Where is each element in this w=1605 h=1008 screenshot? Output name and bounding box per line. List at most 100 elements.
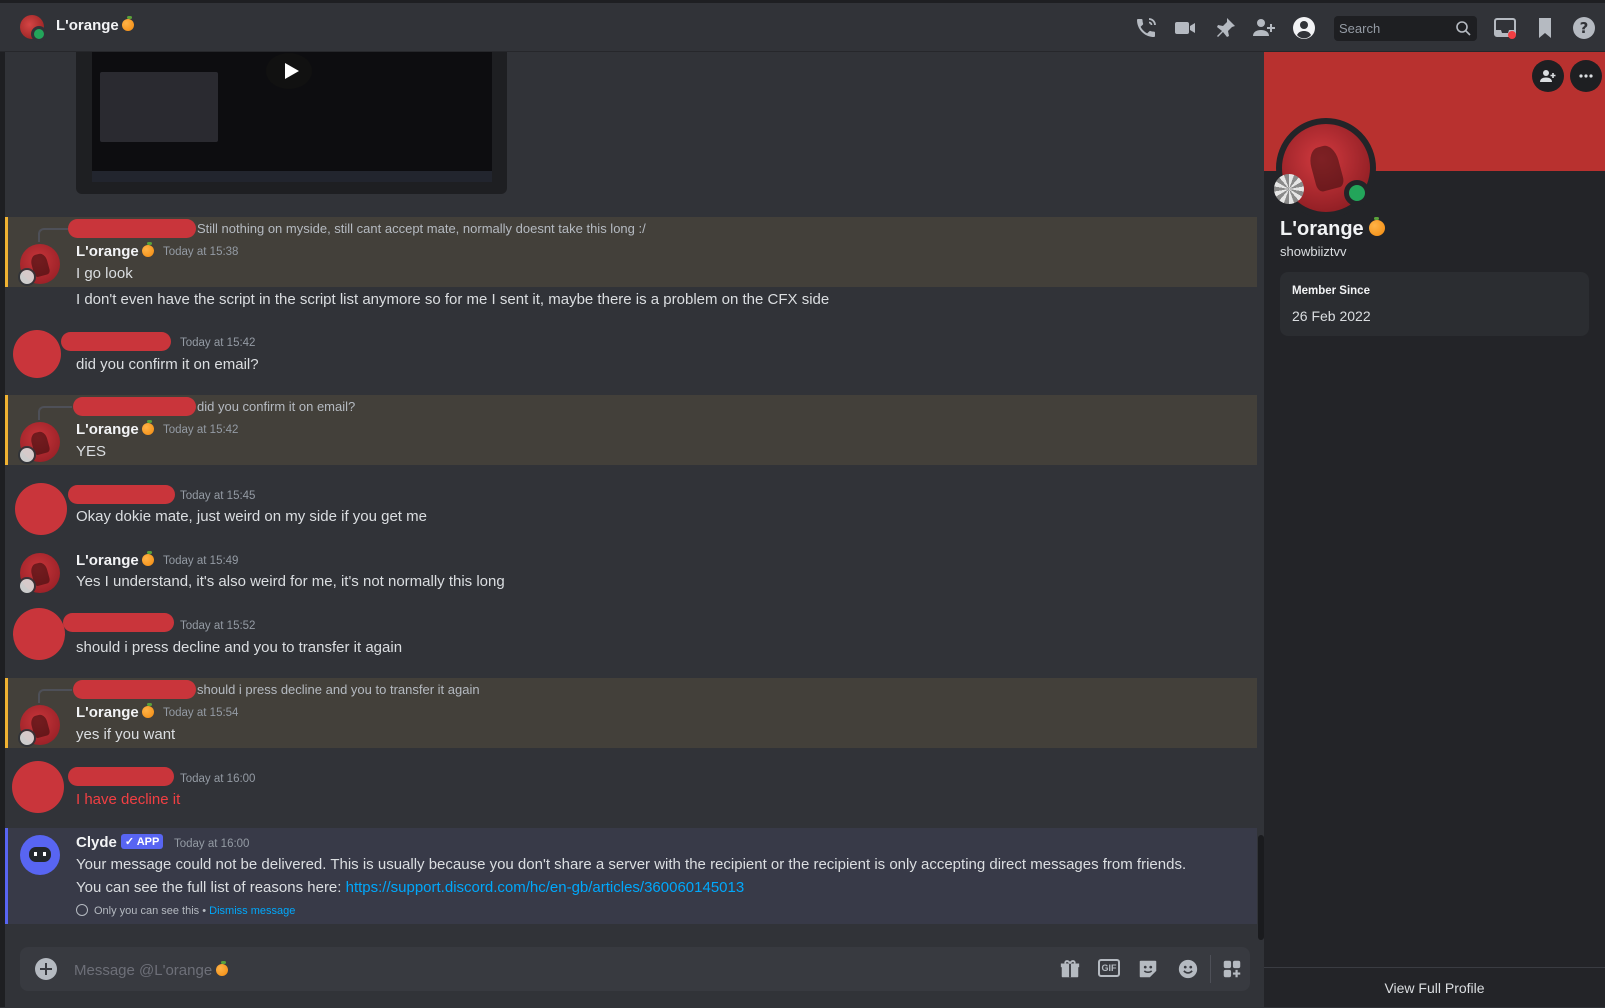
reply-preview[interactable]: did you confirm it on email? <box>197 399 355 414</box>
orange-emoji-icon <box>141 420 154 435</box>
message-timestamp: Today at 15:42 <box>180 337 256 349</box>
message-text: You can see the full list of reasons her… <box>76 879 744 896</box>
upload-plus-icon[interactable] <box>35 958 57 980</box>
message-text: should i press decline and you to transf… <box>76 639 403 656</box>
message-text: Okay dokie mate, just weird on my side i… <box>76 508 427 525</box>
user-profile-panel: L'orange showbiiztvv Member Since 26 Feb… <box>1264 52 1605 1007</box>
avatar[interactable] <box>18 553 60 595</box>
profile-username: showbiiztvv <box>1280 244 1347 259</box>
message-timestamp: Today at 15:52 <box>180 620 256 632</box>
video-attachment[interactable] <box>76 52 507 194</box>
redacted-username <box>73 397 196 416</box>
bookmark-icon[interactable] <box>1533 16 1557 40</box>
profile-name-text: L'orange <box>1280 218 1364 240</box>
notice-separator: • <box>199 905 210 917</box>
ephemeral-notice: Only you can see this • Dismiss message <box>76 904 295 917</box>
app-badge: ✓ APP <box>120 834 164 849</box>
orange-emoji-icon <box>141 551 154 566</box>
online-status-dot <box>1344 180 1370 206</box>
redacted-username <box>68 219 196 238</box>
eye-icon <box>76 904 88 916</box>
dm-title-text: L'orange <box>56 17 119 34</box>
add-friend-icon[interactable] <box>1532 60 1564 92</box>
author-name: L'orange <box>76 243 139 260</box>
message-timestamp: Today at 15:42 <box>163 424 239 436</box>
message-author[interactable]: Clyde ✓ APP <box>76 834 164 851</box>
dismiss-message-link[interactable]: Dismiss message <box>209 905 295 917</box>
reply-connector <box>38 406 72 420</box>
avatar[interactable] <box>13 608 65 660</box>
message-timestamp: Today at 15:38 <box>163 246 239 258</box>
reply-preview[interactable]: should i press decline and you to transf… <box>197 682 480 697</box>
gif-icon[interactable]: GIF <box>1098 959 1120 977</box>
message-composer: GIF <box>20 947 1250 991</box>
member-since-date: 26 Feb 2022 <box>1292 308 1371 324</box>
author-name: L'orange <box>76 421 139 438</box>
video-call-icon[interactable] <box>1173 16 1197 40</box>
member-since-label: Member Since <box>1292 285 1370 297</box>
voice-call-icon[interactable] <box>1134 16 1158 40</box>
user-profile-toggle-icon[interactable] <box>1292 16 1316 40</box>
message-timestamp: Today at 15:45 <box>180 490 256 502</box>
redacted-username <box>68 485 175 504</box>
redacted-username <box>61 332 171 351</box>
reply-connector <box>38 689 72 703</box>
play-icon[interactable] <box>266 53 312 89</box>
more-options-icon[interactable] <box>1570 60 1602 92</box>
author-name: L'orange <box>76 704 139 721</box>
search-icon <box>1456 21 1471 36</box>
only-you-text: Only you can see this <box>94 905 200 917</box>
avatar[interactable] <box>18 705 60 747</box>
view-full-profile-button[interactable]: View Full Profile <box>1264 967 1605 1008</box>
message-author[interactable]: L'orange <box>76 242 154 260</box>
redacted-username <box>68 767 174 786</box>
pin-icon[interactable] <box>1213 16 1237 40</box>
message-text: Your message could not be delivered. Thi… <box>76 856 1187 873</box>
reply-connector <box>38 228 72 242</box>
dm-title[interactable]: L'orange <box>56 16 134 34</box>
video-frame-taskbar <box>92 171 492 182</box>
message-text: I have decline it <box>76 791 181 808</box>
message-timestamp: Today at 15:54 <box>163 707 239 719</box>
apps-icon[interactable] <box>1221 958 1243 980</box>
emoji-icon[interactable] <box>1177 958 1199 980</box>
profile-avatar[interactable] <box>1274 118 1376 218</box>
message-author[interactable]: L'orange <box>76 703 154 721</box>
redacted-username <box>63 613 174 632</box>
avatar[interactable] <box>12 761 64 813</box>
channel-header: L'orange Search ? <box>0 0 1605 52</box>
message-text: yes if you want <box>76 726 176 743</box>
sticker-icon[interactable] <box>1137 958 1159 980</box>
orange-emoji-icon <box>141 703 154 718</box>
orange-emoji-icon <box>216 961 228 976</box>
search-placeholder: Search <box>1339 21 1381 36</box>
svg-text:?: ? <box>1580 19 1589 37</box>
profile-display-name: L'orange <box>1280 217 1385 241</box>
reply-preview[interactable]: Still nothing on myside, still cant acce… <box>197 221 646 236</box>
avatar-decoration <box>1274 174 1304 204</box>
avatar[interactable] <box>18 422 60 464</box>
composer-divider <box>1210 955 1211 983</box>
member-since-card: Member Since 26 Feb 2022 <box>1280 272 1589 336</box>
search-input[interactable]: Search <box>1334 16 1477 41</box>
message-text-prefix: You can see the full list of reasons her… <box>76 879 346 896</box>
message-author[interactable]: L'orange <box>76 420 154 438</box>
add-friends-to-dm-icon[interactable] <box>1252 16 1276 40</box>
message-author[interactable]: L'orange <box>76 551 154 569</box>
message-input[interactable] <box>72 957 576 983</box>
author-name: Clyde <box>76 834 117 851</box>
avatar[interactable] <box>15 483 67 535</box>
orange-emoji-icon <box>141 242 154 257</box>
message-timestamp: Today at 16:00 <box>180 773 256 785</box>
avatar[interactable] <box>13 330 61 378</box>
clyde-avatar[interactable] <box>20 835 60 875</box>
support-link[interactable]: https://support.discord.com/hc/en-gb/art… <box>346 879 745 896</box>
online-status-dot <box>31 26 47 42</box>
inbox-icon[interactable] <box>1493 16 1517 40</box>
video-frame-panel <box>100 72 218 142</box>
message-text: Yes I understand, it's also weird for me… <box>76 573 505 590</box>
gift-icon[interactable] <box>1059 958 1081 980</box>
avatar[interactable] <box>18 244 60 286</box>
dm-avatar[interactable] <box>20 15 47 42</box>
help-icon[interactable]: ? <box>1572 16 1596 40</box>
